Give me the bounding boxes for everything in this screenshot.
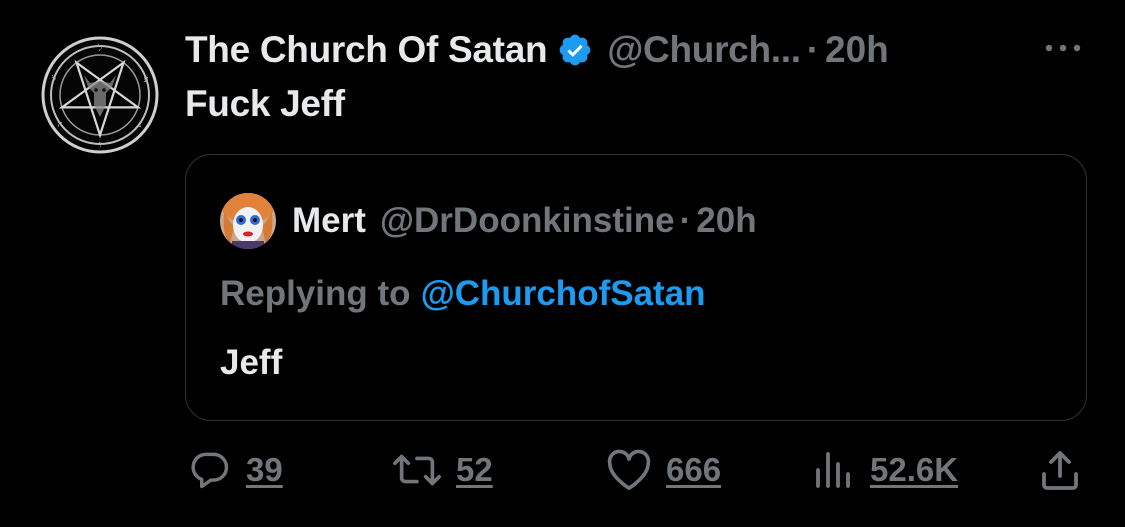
replying-to-mention[interactable]: @ChurchofSatan [421, 274, 706, 314]
quoted-tweet-text: Jeff [220, 343, 283, 382]
quoted-timestamp[interactable]: 20h [696, 201, 756, 241]
replying-to-label: Replying to [220, 274, 411, 313]
replying-to: Replying to @ChurchofSatan [220, 270, 706, 318]
reply-count: 39 [246, 451, 283, 488]
verified-badge-icon[interactable] [557, 32, 593, 68]
avatar[interactable]: ל ו ל ע ה נ [40, 35, 160, 155]
reply-button[interactable]: 39 [188, 448, 283, 492]
more-horizontal-icon[interactable] [1043, 38, 1083, 58]
share-icon [1038, 448, 1082, 492]
svg-text:ו: ו [99, 140, 101, 150]
tweet-text: Fuck Jeff [185, 83, 345, 124]
views-count: 52.6K [870, 451, 959, 488]
share-button[interactable] [1038, 448, 1082, 492]
quoted-header: Mert @DrDoonkinstine · 20h [292, 197, 757, 245]
views-button[interactable]: 52.6K [812, 448, 958, 492]
heart-icon [606, 448, 652, 492]
separator-dot: · [806, 29, 820, 70]
tweet-header: The Church Of Satan @Church... · 20h [185, 26, 889, 74]
quoted-display-name[interactable]: Mert [292, 201, 366, 241]
like-button[interactable]: 666 [606, 448, 721, 492]
tweet-timestamp[interactable]: 20h [825, 29, 889, 71]
separator-dot: · [679, 201, 692, 240]
retweet-count: 52 [456, 451, 493, 488]
pentagram-logo-icon: ל ו ל ע ה נ [41, 36, 159, 154]
svg-text:ל: ל [97, 43, 102, 54]
author-handle[interactable]: @Church... [607, 29, 801, 71]
views-chart-icon [812, 448, 856, 492]
like-count: 666 [666, 451, 722, 488]
svg-text:נ: נ [139, 120, 142, 130]
reply-icon [188, 448, 232, 492]
quoted-avatar[interactable] [220, 193, 276, 249]
svg-text:ע: ע [143, 75, 148, 85]
svg-text:ה: ה [57, 120, 62, 130]
action-bar: 39 52 666 52.6K [0, 440, 1125, 500]
quoted-handle[interactable]: @DrDoonkinstine [380, 201, 675, 241]
retweet-button[interactable]: 52 [392, 448, 493, 492]
author-display-name[interactable]: The Church Of Satan [185, 29, 548, 71]
retweet-icon [392, 448, 442, 492]
svg-text:ל: ל [51, 74, 56, 85]
tweet: ל ו ל ע ה נ The Church Of Satan @Church.… [0, 0, 1125, 527]
quoted-tweet[interactable]: Mert @DrDoonkinstine · 20h Replying to @… [185, 154, 1087, 421]
